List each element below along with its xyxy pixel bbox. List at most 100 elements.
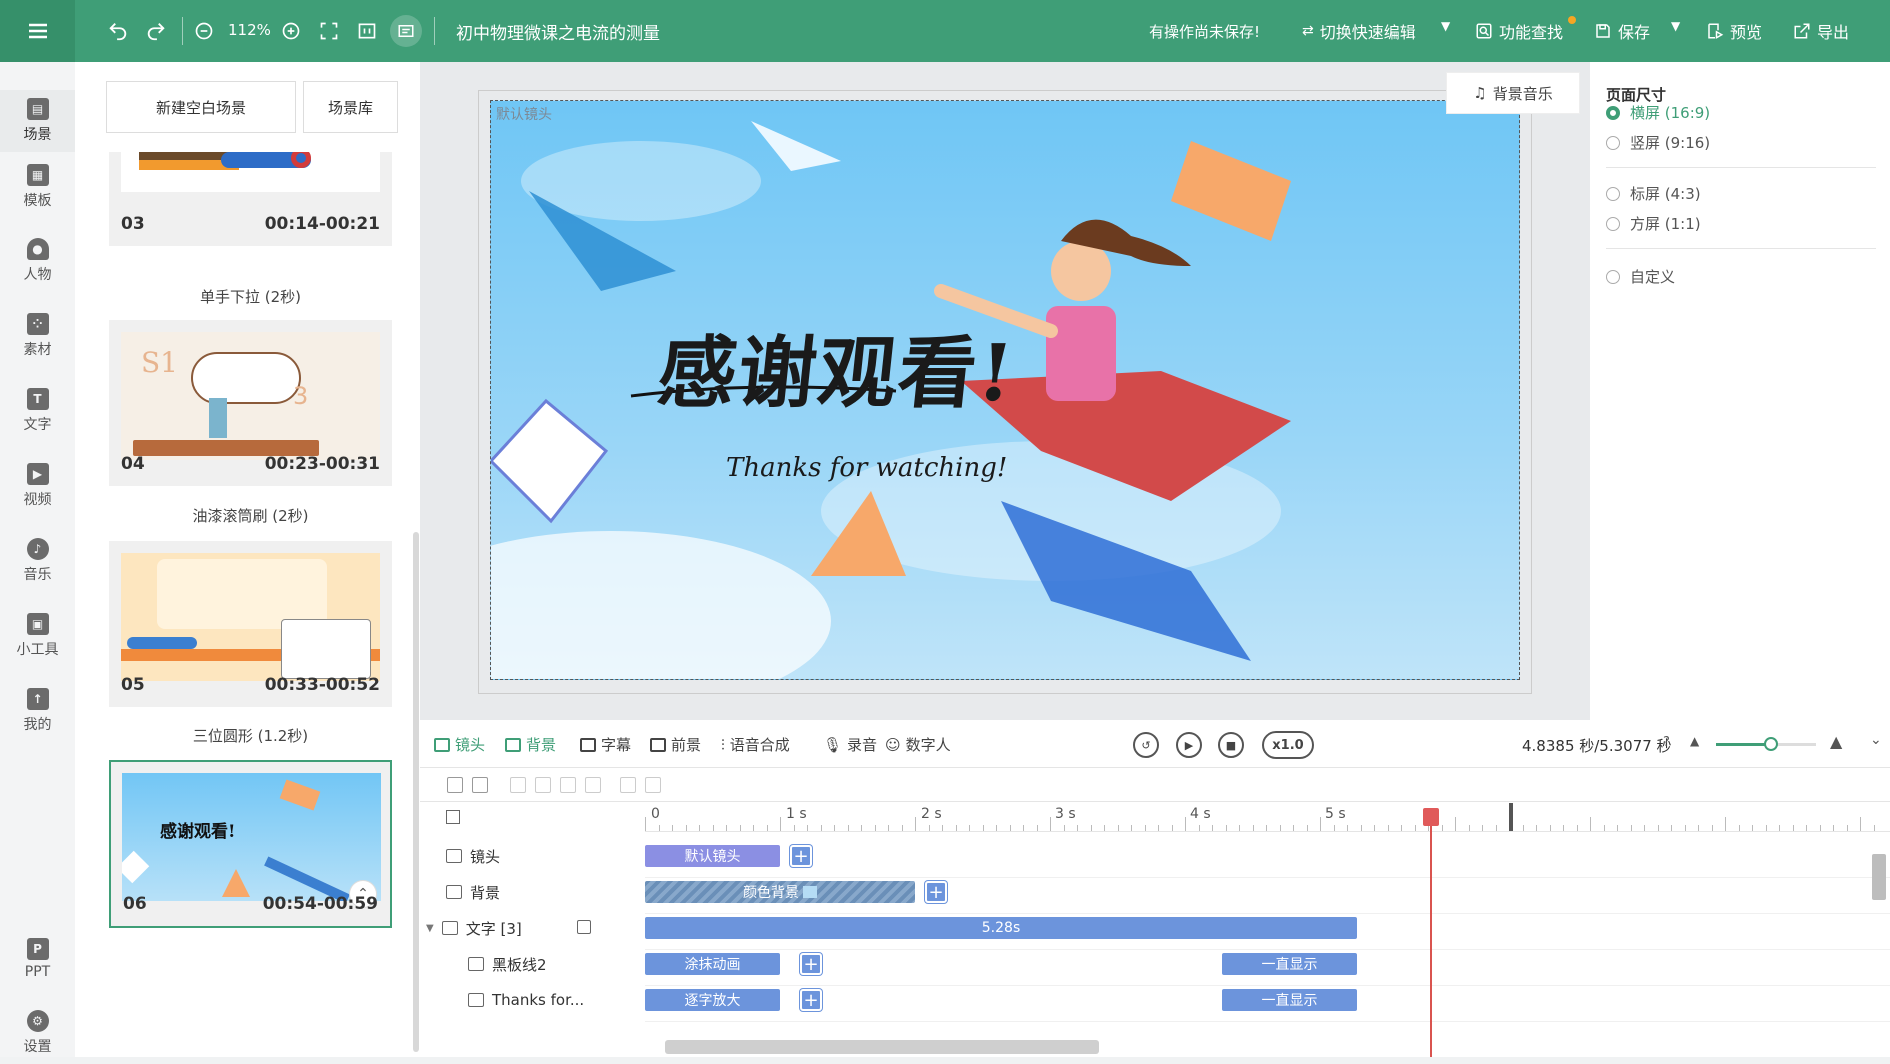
timeline-horizontal-scrollbar[interactable]: [665, 1040, 1099, 1054]
transition-label[interactable]: 单手下拉 (2秒): [109, 286, 392, 307]
slider-knob[interactable]: [1764, 737, 1778, 751]
group-icon[interactable]: [620, 777, 636, 793]
tab-digital-human[interactable]: ☺ 数字人: [885, 734, 951, 755]
clip-always-show[interactable]: 一直显示: [1222, 953, 1357, 975]
transition-label[interactable]: 三位圆形 (1.2秒): [109, 725, 392, 746]
align-right-icon[interactable]: [560, 777, 576, 793]
nav-item-toolbox[interactable]: ▣ 小工具: [0, 605, 75, 667]
canvas-title-text[interactable]: 感谢观看!: [653, 311, 1021, 423]
radio-square[interactable]: 方屏 (1:1): [1606, 213, 1701, 234]
subtitle-icon: [580, 737, 596, 752]
clip-text-group[interactable]: 5.28s: [645, 917, 1357, 939]
radio-label: 方屏 (1:1): [1630, 215, 1701, 233]
new-blank-scene-button[interactable]: 新建空白场景: [106, 81, 296, 133]
zoom-large-icon[interactable]: ▲: [1830, 732, 1842, 751]
tab-foreground[interactable]: 前景: [650, 734, 701, 755]
playhead-handle[interactable]: [1423, 808, 1439, 826]
track-label-thanks[interactable]: Thanks for...: [420, 978, 645, 1022]
settings-icon: ⚙: [26, 1010, 49, 1032]
timeline-vertical-scrollbar[interactable]: [1872, 854, 1886, 900]
transition-label[interactable]: 油漆滚筒刷 (2秒): [109, 505, 392, 526]
ungroup-icon[interactable]: [645, 777, 661, 793]
nav-item-template[interactable]: ▦ 模板: [0, 156, 75, 218]
nav-item-my[interactable]: ↑ 我的: [0, 680, 75, 742]
nav-item-person[interactable]: ● 人物: [0, 230, 75, 292]
toolbox-icon: ▣: [26, 613, 49, 635]
preview-button[interactable]: 预览: [1706, 19, 1762, 43]
quick-edit-button[interactable]: ⇄ 切换快速编辑: [1302, 19, 1416, 43]
collapse-icon[interactable]: ⌄: [1870, 732, 1882, 748]
tab-record[interactable]: 🎙 录音: [823, 734, 877, 755]
tab-subtitle[interactable]: 字幕: [580, 734, 631, 755]
clip-smear-animation[interactable]: 涂抹动画: [645, 953, 780, 975]
tab-tts[interactable]: ⫶ 语音合成: [721, 734, 790, 755]
zoom-in-icon[interactable]: [277, 17, 305, 45]
scene-card[interactable]: 03 00:14-00:21: [109, 152, 392, 246]
ruler-tick: [1779, 825, 1780, 831]
save-button[interactable]: 保存: [1594, 19, 1650, 43]
radio-landscape[interactable]: 横屏 (16:9): [1606, 102, 1710, 123]
stage-canvas[interactable]: 感谢观看! Thanks for watching!: [490, 100, 1520, 680]
add-clip-icon[interactable]: +: [800, 989, 822, 1011]
scene-card-active[interactable]: 感谢观看! ⌃ 06 00:54-00:59: [109, 760, 392, 928]
fit-screen-icon[interactable]: [315, 17, 343, 45]
tab-background[interactable]: 背景: [505, 734, 556, 755]
clip-letter-zoom[interactable]: 逐字放大: [645, 989, 780, 1011]
scene-card[interactable]: 05 00:33-00:52: [109, 541, 392, 707]
distribute-icon[interactable]: [585, 777, 601, 793]
playhead[interactable]: [1430, 809, 1432, 1057]
exit-group-icon[interactable]: [577, 920, 591, 934]
scene-library-button[interactable]: 场景库: [303, 81, 398, 133]
radio-custom[interactable]: 自定义: [1606, 266, 1675, 287]
grid-icon[interactable]: [446, 810, 460, 824]
replay-icon[interactable]: ↺: [1133, 732, 1159, 758]
time-ruler[interactable]: 0 1 s 2 s 3 s 4 s 5 s: [645, 802, 1890, 832]
tab-label: 镜头: [455, 736, 486, 754]
nav-item-text[interactable]: T 文字: [0, 380, 75, 442]
stop-icon[interactable]: ■: [1218, 732, 1244, 758]
play-icon[interactable]: ▶: [1176, 732, 1202, 758]
nav-item-settings[interactable]: ⚙ 设置: [0, 1002, 75, 1064]
export-button[interactable]: 导出: [1793, 19, 1849, 43]
actual-size-icon[interactable]: [353, 17, 381, 45]
add-clip-icon[interactable]: +: [790, 845, 812, 867]
redo-icon[interactable]: [142, 17, 170, 45]
timeline-end-marker[interactable]: [1509, 803, 1513, 831]
scene-card[interactable]: S1 3 04 00:23-00:31: [109, 320, 392, 486]
add-clip-icon[interactable]: +: [925, 881, 947, 903]
subtitle-toggle-icon[interactable]: [390, 15, 422, 47]
document-title[interactable]: 初中物理微课之电流的测量: [456, 19, 660, 44]
save-dropdown-icon[interactable]: ▼: [1671, 19, 1680, 33]
expand-icon[interactable]: ▼: [426, 923, 434, 934]
timeline-zoom-slider[interactable]: [1716, 737, 1816, 751]
clip-color-background[interactable]: 颜色背景: [645, 881, 915, 903]
nav-item-ppt[interactable]: P PPT: [0, 928, 75, 990]
clip-default-lens[interactable]: 默认镜头: [645, 845, 780, 867]
clip-always-show[interactable]: 一直显示: [1222, 989, 1357, 1011]
layer-icon[interactable]: [472, 777, 488, 793]
nav-item-material[interactable]: ⁘ 素材: [0, 305, 75, 367]
tab-lens[interactable]: 镜头: [434, 734, 485, 755]
canvas-subtitle-text[interactable]: Thanks for watching!: [726, 453, 1007, 483]
menu-icon[interactable]: [0, 0, 75, 62]
nav-item-scene[interactable]: ▤ 场景: [0, 90, 75, 152]
align-left-icon[interactable]: [510, 777, 526, 793]
nav-item-video[interactable]: ▶ 视频: [0, 455, 75, 517]
filter-icon[interactable]: [447, 777, 463, 793]
add-clip-icon[interactable]: +: [800, 953, 822, 975]
zoom-small-icon[interactable]: ▲: [1690, 734, 1699, 748]
feature-search-button[interactable]: 功能查找: [1475, 19, 1563, 43]
nav-item-music[interactable]: ♪ 音乐: [0, 530, 75, 592]
panel-scrollbar[interactable]: [413, 532, 419, 1052]
align-center-icon[interactable]: [535, 777, 551, 793]
quick-edit-dropdown-icon[interactable]: ▼: [1441, 19, 1450, 33]
my-icon: ↑: [26, 688, 49, 710]
help-icon[interactable]: ?: [1663, 735, 1670, 750]
undo-icon[interactable]: [104, 17, 132, 45]
ruler-tick: [726, 825, 727, 831]
zoom-out-icon[interactable]: [190, 17, 218, 45]
background-music-button[interactable]: ♫ 背景音乐: [1446, 72, 1580, 114]
playback-speed[interactable]: x1.0: [1262, 731, 1314, 759]
radio-standard[interactable]: 标屏 (4:3): [1606, 183, 1701, 204]
radio-portrait[interactable]: 竖屏 (9:16): [1606, 132, 1710, 153]
